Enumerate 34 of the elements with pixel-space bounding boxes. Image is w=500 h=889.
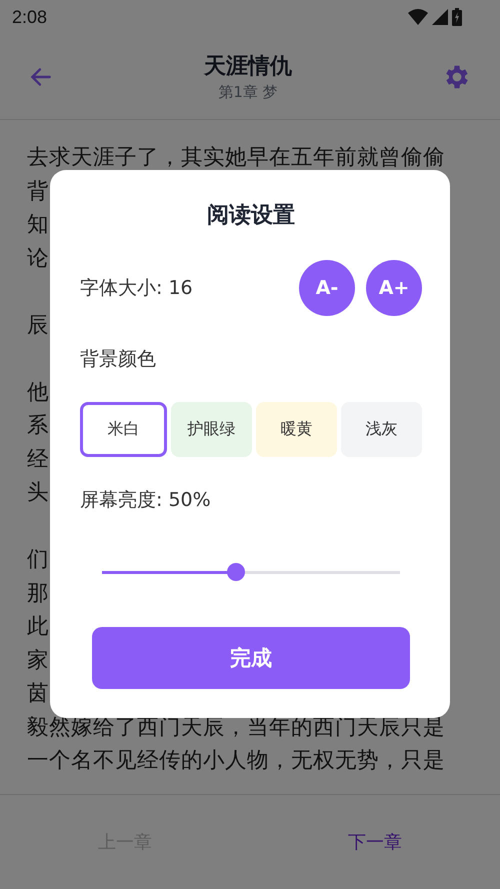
text-line: 系 [27,412,49,440]
dialog-title: 阅读设置 [207,202,295,230]
status-time: 2:08 [12,6,48,28]
text-line: 论 [27,244,49,272]
background-label: 背景颜色 [80,347,157,372]
text-line: 辰 [27,312,49,340]
text-line: 茵 [27,680,49,708]
text-line: 他 [27,378,49,406]
font-size-button[interactable]: A- [299,260,355,316]
brightness-slider[interactable] [102,563,400,581]
text-line: 去求天涯子了，其实她早在五年前就曾偷偷 [27,144,445,172]
text-line: 头 [27,479,49,507]
text-line: 家 [27,646,49,674]
font-size-button[interactable]: A+ [366,260,422,316]
chapter-button[interactable]: 下一章 [338,824,412,860]
text-line: 们 [27,546,49,574]
text-line: 背 [27,178,49,206]
chapter-title: 第1章 梦 [218,83,278,102]
background-option[interactable]: 护眼绿 [171,402,252,457]
text-line: 那 [27,580,49,608]
text-line: 经 [27,446,49,474]
signal-icon [432,9,448,25]
text-line: 一个名不见经传的小人物，无权无势，只是 [27,747,445,775]
background-option[interactable]: 暖黄 [256,402,337,457]
text-line: 此 [27,613,49,641]
book-title: 天涯情仇 [204,53,292,81]
wifi-icon [408,9,428,25]
done-button[interactable]: 完成 [92,627,410,689]
text-line: 知 [27,211,49,239]
background-option[interactable]: 浅灰 [341,402,422,457]
font-size-label: 字体大小: 16 [80,276,193,301]
battery-icon [452,8,462,26]
brightness-label: 屏幕亮度: 50% [80,488,212,513]
background-option[interactable]: 米白 [80,402,167,457]
